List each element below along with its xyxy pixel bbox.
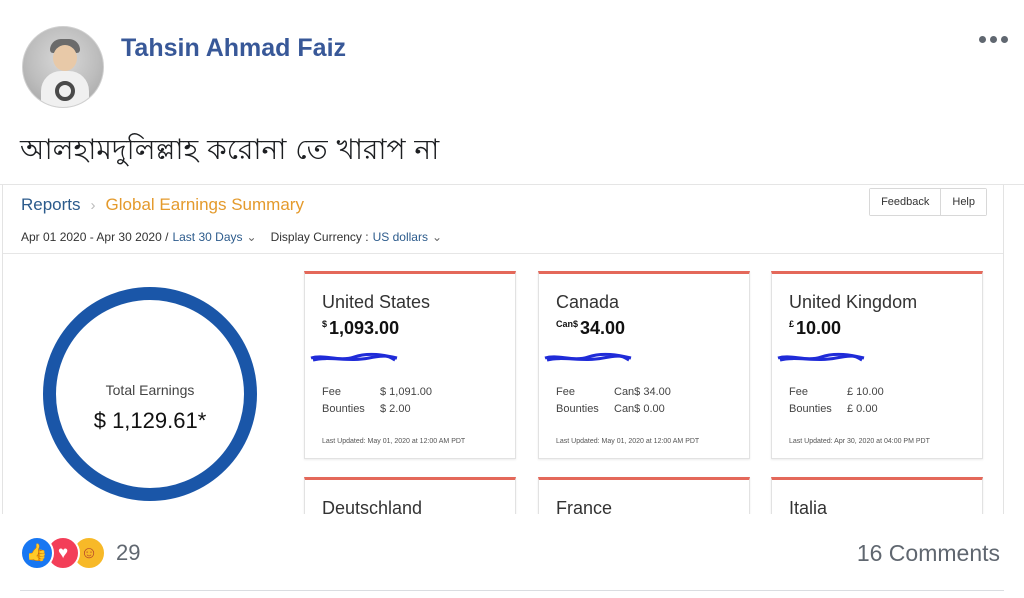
divider <box>3 253 1003 254</box>
like-icon: 👍 <box>20 536 54 570</box>
card-country: Italia <box>789 498 828 514</box>
total-earnings-value: $ 1,129.61* <box>93 408 207 433</box>
card-amount: Can$ 34.00 <box>556 318 625 339</box>
fee-label: Fee <box>556 386 575 398</box>
help-button: Help <box>940 189 986 215</box>
fee-label: Fee <box>789 386 808 398</box>
redaction-scribble <box>310 352 398 362</box>
card-country: Canada <box>556 292 620 312</box>
fee-row: Fee $ 1,091.00 <box>322 386 432 398</box>
fee-value: Can$ 34.00 <box>614 386 671 398</box>
last-updated: Last Updated: Apr 30, 2020 at 04:00 PM P… <box>789 438 930 445</box>
total-earnings-label: Total Earnings <box>105 382 195 398</box>
bounties-value: £ 0.00 <box>847 403 878 415</box>
fee-label: Fee <box>322 386 341 398</box>
fee-value: $ 1,091.00 <box>380 386 432 398</box>
currency-label: Display Currency : <box>270 230 369 244</box>
breadcrumb-current: Global Earnings Summary <box>105 195 304 214</box>
card-amount: £10.00 <box>789 318 841 339</box>
bounties-label: Bounties <box>789 403 832 415</box>
amount-value: 1,093.00 <box>329 318 400 338</box>
card-country: Deutschland <box>322 498 423 514</box>
breadcrumb: Reports › Global Earnings Summary <box>21 195 304 215</box>
post-image[interactable]: Reports › Global Earnings Summary Apr 01… <box>0 184 1024 514</box>
last-updated: Last Updated: May 01, 2020 at 12:00 AM P… <box>556 438 700 445</box>
date-range: Apr 01 2020 - Apr 30 2020 / <box>21 230 169 244</box>
bounties-value: Can$ 0.00 <box>614 403 665 415</box>
bounties-row: Bounties $ 2.00 <box>322 403 411 415</box>
bounties-label: Bounties <box>556 403 599 415</box>
earnings-card: United States $1,093.00 Fee $ 1,091.00 Bount… <box>304 271 516 459</box>
earnings-card: Deutschland <box>304 477 516 514</box>
bounties-label: Bounties <box>322 403 365 415</box>
post-text: আলহামদুলিল্লাহ করোনা তে খারাপ না <box>20 133 440 166</box>
breadcrumb-separator: › <box>90 196 96 214</box>
total-earnings-ring: Total Earnings $ 1,129.61* <box>43 287 257 501</box>
period-link: Last 30 Days <box>172 230 243 244</box>
feedback-button: Feedback <box>870 189 941 215</box>
bounties-row: Bounties Can$ 0.00 <box>556 403 665 415</box>
earnings-card: Canada Can$ 34.00 Fee Can$ 34.00 Bounties Can$… <box>538 271 750 459</box>
breadcrumb-reports: Reports <box>21 195 81 214</box>
reactions[interactable]: 👍 ♥ ☺ 29 <box>20 536 140 570</box>
author-name[interactable]: Tahsin Ahmad Faiz <box>121 34 346 63</box>
fee-row: Fee £ 10.00 <box>789 386 884 398</box>
earnings-card: United Kingdom £10.00 Fee £ 10.00 Bounties £ … <box>771 271 983 459</box>
redaction-scribble <box>544 352 632 362</box>
amount-value: 34.00 <box>580 318 626 338</box>
fee-value: £ 10.00 <box>847 386 884 398</box>
bounties-row: Bounties £ 0.00 <box>789 403 878 415</box>
currency-symbol: $ <box>322 319 328 329</box>
more-options-icon[interactable] <box>979 36 1008 43</box>
card-country: United States <box>322 292 431 312</box>
filters: Apr 01 2020 - Apr 30 2020 / Last 30 Days… <box>21 230 452 244</box>
card-country: France <box>556 498 613 514</box>
chevron-down-icon: ⌄ <box>431 230 443 244</box>
reaction-count: 29 <box>116 540 141 565</box>
bounties-value: $ 2.00 <box>380 403 411 415</box>
card-amount: $1,093.00 <box>322 318 399 339</box>
last-updated: Last Updated: May 01, 2020 at 12:00 AM P… <box>322 438 466 445</box>
currency-value: US dollars <box>372 230 428 244</box>
chevron-down-icon: ⌄ <box>246 230 257 244</box>
comments-link[interactable]: 16 Comments <box>857 540 1000 567</box>
amount-value: 10.00 <box>796 318 842 338</box>
avatar[interactable] <box>22 26 104 108</box>
card-country: United Kingdom <box>789 292 918 312</box>
currency-symbol: Can$ <box>556 319 579 329</box>
redaction-scribble <box>777 352 865 362</box>
post-header: Tahsin Ahmad Faiz <box>0 0 1024 120</box>
header-buttons: Feedback Help <box>869 188 987 216</box>
earnings-card: France <box>538 477 750 514</box>
fee-row: Fee Can$ 34.00 <box>556 386 671 398</box>
divider <box>20 590 1004 591</box>
earnings-card: Italia <box>771 477 983 514</box>
currency-symbol: £ <box>789 319 795 329</box>
